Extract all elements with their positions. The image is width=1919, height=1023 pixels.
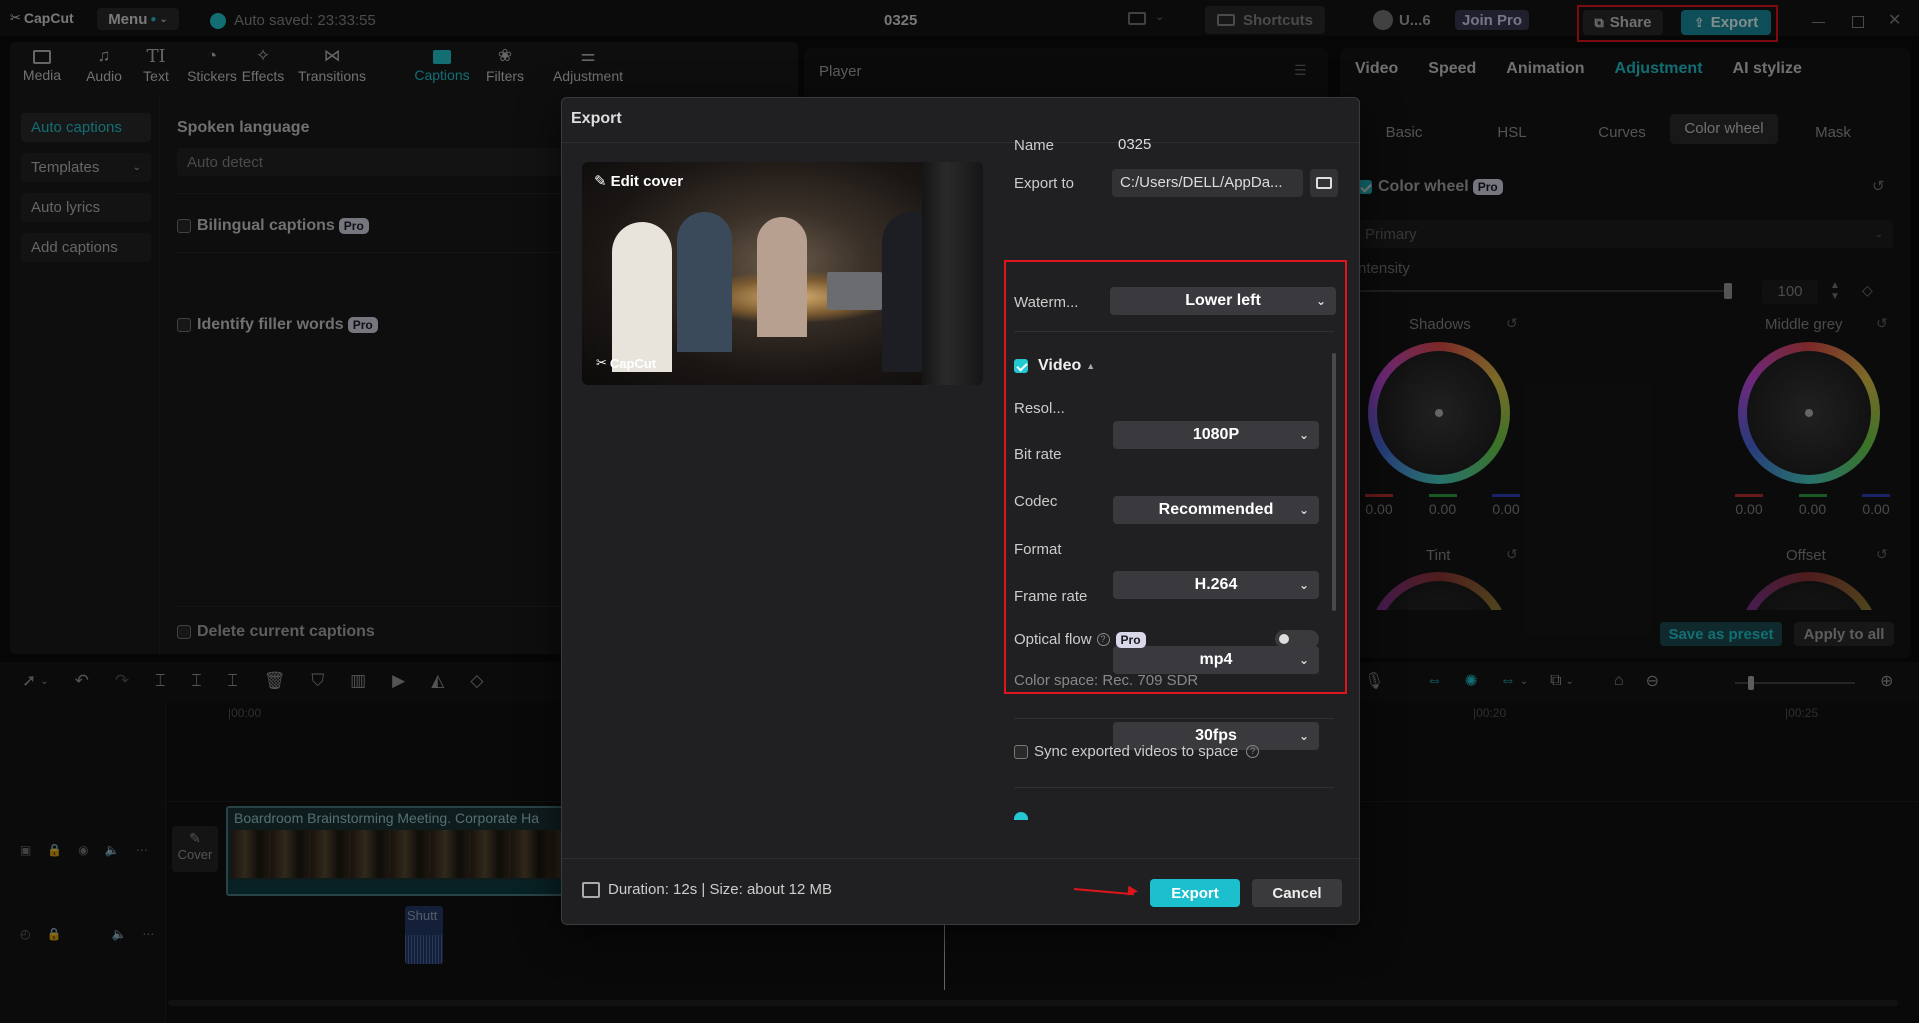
name-label: Name — [1014, 137, 1054, 154]
person-3 — [757, 217, 807, 337]
export-dialog: Export ✎Edit cover ✂CapCut Name 0325 Exp… — [561, 97, 1360, 925]
watermark-label: Waterm... — [1014, 294, 1078, 311]
export-button[interactable]: Export — [1150, 879, 1240, 907]
laptop — [827, 272, 882, 310]
chevron-up-icon: ▲ — [1086, 361, 1095, 371]
audio-section-checkbox[interactable] — [1014, 812, 1028, 820]
optical-flow-toggle[interactable] — [1275, 630, 1319, 648]
name-input[interactable]: 0325 — [1110, 131, 1344, 159]
sync-checkbox[interactable] — [1014, 745, 1028, 759]
help-icon[interactable]: ? — [1097, 633, 1110, 646]
bitrate-select[interactable]: Recommended⌄ — [1113, 496, 1319, 524]
codec-label: Codec — [1014, 493, 1057, 510]
edit-cover-button[interactable]: ✎Edit cover — [594, 172, 683, 190]
duration-size-info: Duration: 12s | Size: about 12 MB — [582, 881, 832, 898]
codec-select[interactable]: H.264⌄ — [1113, 571, 1319, 599]
color-space-text: Color space: Rec. 709 SDR — [1014, 672, 1198, 689]
divider — [1014, 787, 1334, 788]
export-path-input[interactable]: C:/Users/DELL/AppDa... — [1112, 169, 1303, 197]
video-checkbox[interactable] — [1014, 359, 1028, 373]
capcut-watermark: ✂CapCut — [596, 355, 656, 371]
cancel-button[interactable]: Cancel — [1252, 879, 1342, 907]
footer-divider — [562, 858, 1359, 859]
chevron-down-icon: ⌄ — [1299, 653, 1309, 667]
format-label: Format — [1014, 541, 1062, 558]
resolution-label: Resol... — [1014, 400, 1065, 417]
chevron-down-icon: ⌄ — [1299, 503, 1309, 517]
edit-icon: ✎ — [594, 172, 607, 190]
folder-icon — [1316, 177, 1332, 189]
arrow-annotation — [1074, 888, 1134, 895]
chevron-down-icon: ⌄ — [1299, 729, 1309, 743]
window-frame — [922, 162, 983, 385]
arrow-annotation-head — [1128, 886, 1139, 897]
person-2 — [677, 212, 732, 352]
film-icon — [582, 882, 600, 898]
bitrate-label: Bit rate — [1014, 446, 1062, 463]
help-icon[interactable]: ? — [1246, 745, 1259, 758]
format-select[interactable]: mp4⌄ — [1113, 646, 1319, 674]
export-to-label: Export to — [1014, 175, 1074, 192]
dialog-title: Export — [571, 110, 622, 128]
optical-flow-label: Optical flow ? Pro — [1014, 631, 1146, 648]
watermark-select[interactable]: Lower left⌄ — [1110, 287, 1336, 315]
chevron-down-icon: ⌄ — [1316, 294, 1326, 308]
divider — [1014, 718, 1334, 719]
chevron-down-icon: ⌄ — [1299, 578, 1309, 592]
chevron-down-icon: ⌄ — [1299, 428, 1309, 442]
person-1 — [612, 222, 672, 372]
settings-highlight-box — [1004, 260, 1347, 694]
resolution-select[interactable]: 1080P⌄ — [1113, 421, 1319, 449]
capcut-logo-icon: ✂ — [596, 355, 607, 371]
sync-option[interactable]: Sync exported videos to space ? — [1014, 743, 1259, 760]
divider — [1014, 331, 1334, 332]
video-section-header[interactable]: Video▲ — [1014, 357, 1095, 375]
settings-scrollbar[interactable] — [1332, 353, 1336, 611]
folder-button[interactable] — [1310, 169, 1338, 197]
framerate-label: Frame rate — [1014, 588, 1087, 605]
cover-preview[interactable]: ✎Edit cover ✂CapCut — [582, 162, 983, 385]
